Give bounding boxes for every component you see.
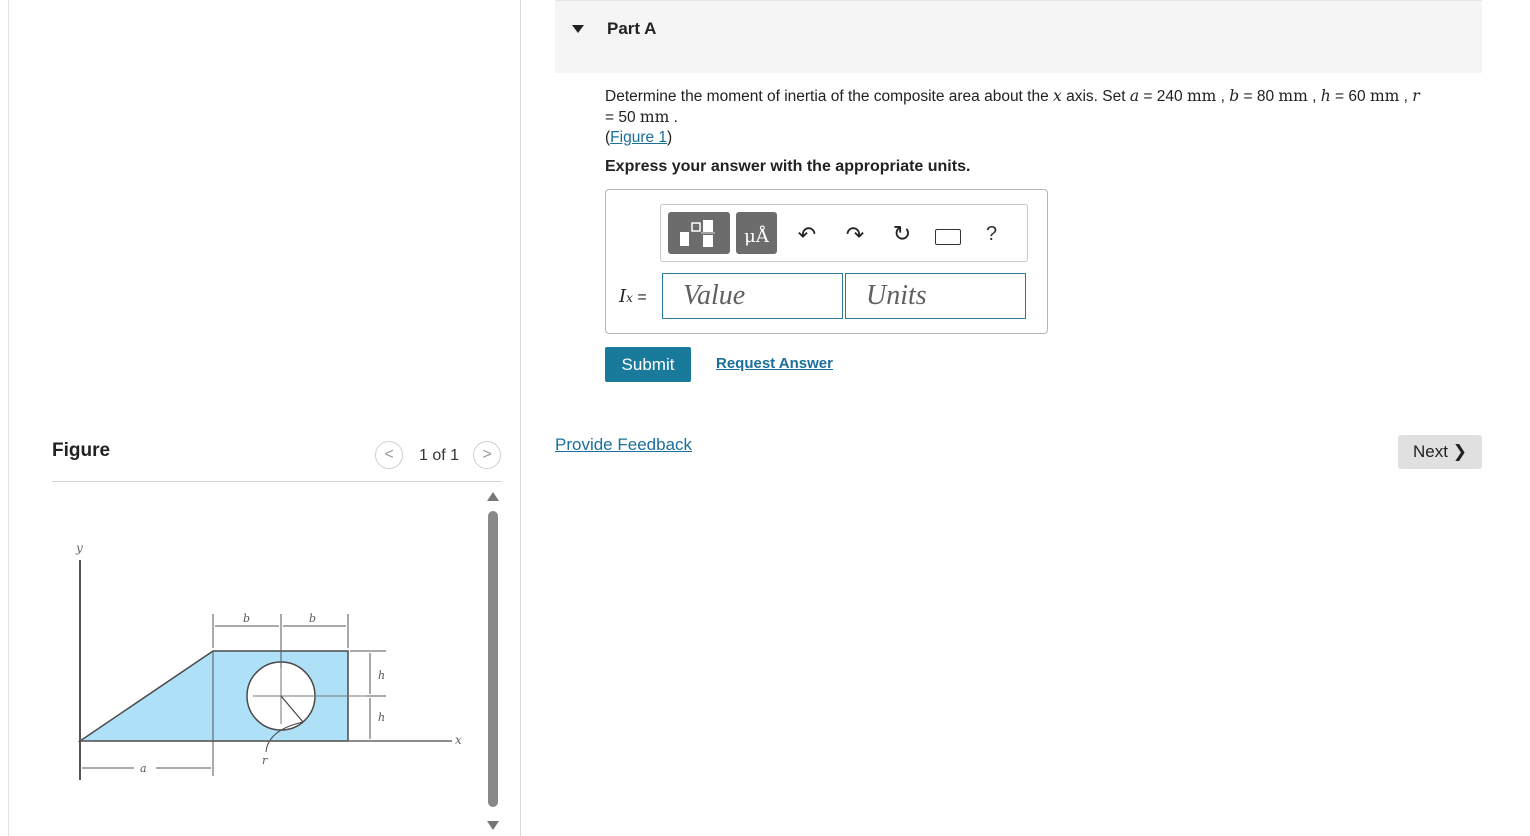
units-symbol-button[interactable]: μÅ <box>736 212 777 254</box>
request-answer-link[interactable]: Request Answer <box>716 355 833 372</box>
reset-icon[interactable]: ↻ <box>888 221 916 247</box>
value-input[interactable] <box>662 273 843 319</box>
figure-title: Figure <box>52 440 111 461</box>
figure-link[interactable]: Figure 1 <box>610 129 667 146</box>
templates-button[interactable] <box>668 212 730 254</box>
chevron-left-icon: < <box>384 446 394 463</box>
figure-scrollbar[interactable] <box>488 511 498 807</box>
pane-border <box>8 0 9 836</box>
chevron-right-icon: ❯ <box>1452 442 1467 461</box>
answer-label: Ix = <box>619 286 647 307</box>
redo-icon[interactable]: ↷ <box>841 222 869 248</box>
previous-figure-button[interactable]: < <box>375 441 403 469</box>
dim-b2-label: b <box>309 612 316 625</box>
next-figure-button[interactable]: > <box>473 441 501 469</box>
keyboard-icon[interactable] <box>935 229 961 245</box>
dim-a-label: a <box>140 762 147 775</box>
chevron-right-icon: > <box>482 446 492 463</box>
figure-pager: 1 of 1 <box>419 447 460 464</box>
help-button[interactable]: ? <box>986 223 997 246</box>
pane-divider[interactable] <box>520 0 521 836</box>
submit-button[interactable]: Submit <box>605 347 691 382</box>
radius-label: r <box>262 754 268 767</box>
provide-feedback-link[interactable]: Provide Feedback <box>555 435 692 455</box>
undo-icon[interactable]: ↶ <box>793 222 821 248</box>
x-axis-label: x <box>455 733 462 747</box>
templates-icon <box>680 220 715 247</box>
instruction-text: Express your answer with the appropriate… <box>605 158 971 175</box>
part-header[interactable] <box>555 0 1482 73</box>
dim-h1-label: h <box>378 669 385 682</box>
part-title: Part A <box>607 19 657 38</box>
figure-divider <box>52 481 502 482</box>
question-text: Determine the moment of inertia of the c… <box>605 87 1420 146</box>
collapse-caret-icon[interactable] <box>572 25 584 33</box>
scroll-down-arrow[interactable] <box>487 821 499 830</box>
next-button[interactable]: Next ❯ <box>1398 435 1482 469</box>
dim-h2-label: h <box>378 711 385 724</box>
scroll-up-arrow[interactable] <box>487 492 499 501</box>
y-axis-label: y <box>75 541 83 555</box>
dim-b1-label: b <box>243 612 250 625</box>
units-input[interactable] <box>845 273 1026 319</box>
composite-area-figure: y r x a b b h h <box>75 541 462 780</box>
